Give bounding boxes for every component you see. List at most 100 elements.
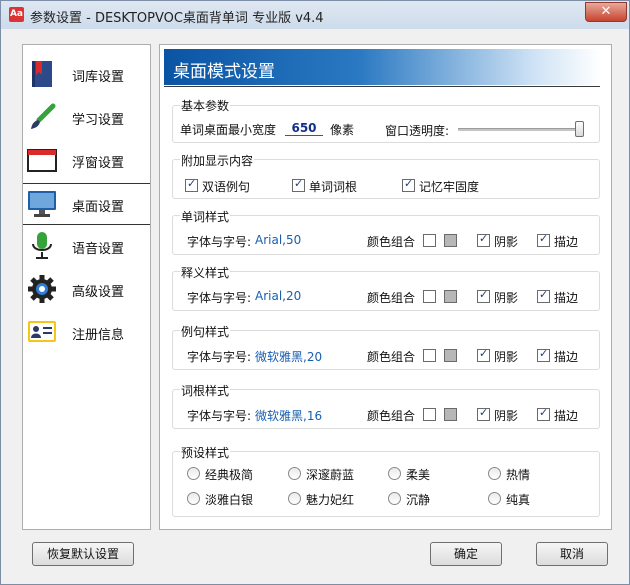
outline-label: 描边 <box>554 291 579 305</box>
cancel-button[interactable]: 取消 <box>536 542 608 566</box>
gear-icon <box>28 275 56 303</box>
example-font-link[interactable]: 微软雅黑,20 <box>255 348 322 365</box>
extra-group-title: 附加显示内容 <box>180 152 255 169</box>
panel-title: 桌面模式设置 <box>173 62 275 82</box>
preset-label: 柔美 <box>406 468 431 482</box>
sidebar-item-label: 浮窗设置 <box>72 156 125 171</box>
word-font-link[interactable]: Arial,50 <box>255 233 301 247</box>
color-combo-label: 颜色组合 <box>367 409 416 423</box>
sidebar-item-study[interactable]: 学习设置 <box>23 97 150 137</box>
preset-label: 经典极简 <box>205 468 254 482</box>
outline-checkbox[interactable] <box>537 406 550 421</box>
sidebar-item-advanced[interactable]: 高级设置 <box>23 269 150 309</box>
sidebar-item-label: 语音设置 <box>72 242 125 257</box>
color-combo-label: 颜色组合 <box>367 235 416 249</box>
settings-window: Aa 参数设置 - DESKTOPVOC桌面背单词 专业版 v4.4 ✕ 词库设… <box>0 0 630 585</box>
settings-panel: 桌面模式设置 基本参数 单词桌面最小宽度 650 像素 窗口透明度: 附加显示内… <box>159 44 612 530</box>
definition-font-link[interactable]: Arial,20 <box>255 289 301 303</box>
sidebar-item-desktop[interactable]: 桌面设置 <box>23 183 150 225</box>
window-title: 参数设置 - DESKTOPVOC桌面背单词 专业版 v4.4 <box>30 11 324 26</box>
color-combo-label: 颜色组合 <box>367 291 416 305</box>
color-swatch-white[interactable] <box>423 290 436 303</box>
preset-radio[interactable] <box>388 467 401 480</box>
color-swatch-gray[interactable] <box>444 349 457 362</box>
color-combo-label: 颜色组合 <box>367 350 416 364</box>
close-button[interactable]: ✕ <box>585 2 627 22</box>
preset-label: 纯真 <box>506 493 531 507</box>
sidebar-item-float-window[interactable]: 浮窗设置 <box>23 140 150 180</box>
memory-strength-checkbox[interactable] <box>402 177 415 192</box>
preset-label: 淡雅白银 <box>205 493 254 507</box>
preset-radio[interactable] <box>187 492 200 505</box>
color-swatch-white[interactable] <box>423 349 436 362</box>
memory-strength-label: 记忆牢固度 <box>419 180 480 194</box>
preset-radio[interactable] <box>488 492 501 505</box>
word-root-checkbox[interactable] <box>292 177 305 192</box>
outline-checkbox[interactable] <box>537 232 550 247</box>
shadow-checkbox[interactable] <box>477 288 490 303</box>
shadow-checkbox[interactable] <box>477 347 490 362</box>
outline-label: 描边 <box>554 350 579 364</box>
preset-radio[interactable] <box>388 492 401 505</box>
min-width-unit: 像素 <box>330 123 355 137</box>
root-font-link[interactable]: 微软雅黑,16 <box>255 407 322 424</box>
preset-radio[interactable] <box>187 467 200 480</box>
sidebar-item-label: 学习设置 <box>72 113 125 128</box>
outline-label: 描边 <box>554 235 579 249</box>
root-style-title: 词根样式 <box>180 382 231 399</box>
basic-group-title: 基本参数 <box>180 97 231 114</box>
preset-radio[interactable] <box>488 467 501 480</box>
bilingual-example-label: 双语例句 <box>202 180 251 194</box>
color-swatch-gray[interactable] <box>444 290 457 303</box>
sidebar-item-label: 桌面设置 <box>72 200 125 215</box>
example-style-title: 例句样式 <box>180 323 231 340</box>
sidebar-item-label: 高级设置 <box>72 285 125 300</box>
panel-banner: 桌面模式设置 <box>164 49 600 85</box>
preset-label: 沉静 <box>406 493 431 507</box>
preset-radio[interactable] <box>288 467 301 480</box>
font-label: 字体与字号: <box>187 409 252 423</box>
sidebar-item-label: 注册信息 <box>72 328 125 343</box>
definition-style-title: 释义样式 <box>180 264 231 281</box>
opacity-label: 窗口透明度: <box>385 124 450 138</box>
sidebar-item-register[interactable]: 注册信息 <box>23 312 150 352</box>
font-label: 字体与字号: <box>187 235 252 249</box>
bilingual-example-checkbox[interactable] <box>185 177 198 192</box>
book-icon <box>32 61 52 87</box>
preset-label: 魅力妃红 <box>306 493 355 507</box>
opacity-slider-thumb[interactable] <box>575 121 584 137</box>
opacity-slider-track[interactable] <box>458 128 584 131</box>
outline-checkbox[interactable] <box>537 288 550 303</box>
shadow-checkbox[interactable] <box>477 406 490 421</box>
font-label: 字体与字号: <box>187 291 252 305</box>
color-swatch-gray[interactable] <box>444 234 457 247</box>
preset-label: 深邃蔚蓝 <box>306 468 355 482</box>
min-width-input[interactable]: 650 <box>285 121 323 136</box>
restore-defaults-button[interactable]: 恢复默认设置 <box>32 542 134 566</box>
shadow-label: 阴影 <box>494 409 519 423</box>
preset-radio[interactable] <box>288 492 301 505</box>
color-swatch-white[interactable] <box>423 234 436 247</box>
color-swatch-white[interactable] <box>423 408 436 421</box>
word-style-title: 单词样式 <box>180 208 231 225</box>
microphone-icon <box>32 232 52 259</box>
font-label: 字体与字号: <box>187 350 252 364</box>
id-card-icon <box>28 321 56 342</box>
preset-label: 热情 <box>506 468 531 482</box>
sidebar-item-voice[interactable]: 语音设置 <box>23 226 150 266</box>
shadow-label: 阴影 <box>494 350 519 364</box>
outline-checkbox[interactable] <box>537 347 550 362</box>
outline-label: 描边 <box>554 409 579 423</box>
monitor-icon <box>28 191 56 217</box>
sidebar-item-lexicon[interactable]: 词库设置 <box>23 54 150 94</box>
banner-divider <box>164 86 600 87</box>
color-swatch-gray[interactable] <box>444 408 457 421</box>
shadow-label: 阴影 <box>494 291 519 305</box>
title-bar: Aa 参数设置 - DESKTOPVOC桌面背单词 专业版 v4.4 ✕ <box>1 1 629 29</box>
preset-group-title: 预设样式 <box>180 444 231 461</box>
brush-icon <box>31 103 56 129</box>
min-width-label: 单词桌面最小宽度 <box>180 123 277 137</box>
ok-button[interactable]: 确定 <box>430 542 502 566</box>
word-root-label: 单词词根 <box>309 180 358 194</box>
shadow-checkbox[interactable] <box>477 232 490 247</box>
